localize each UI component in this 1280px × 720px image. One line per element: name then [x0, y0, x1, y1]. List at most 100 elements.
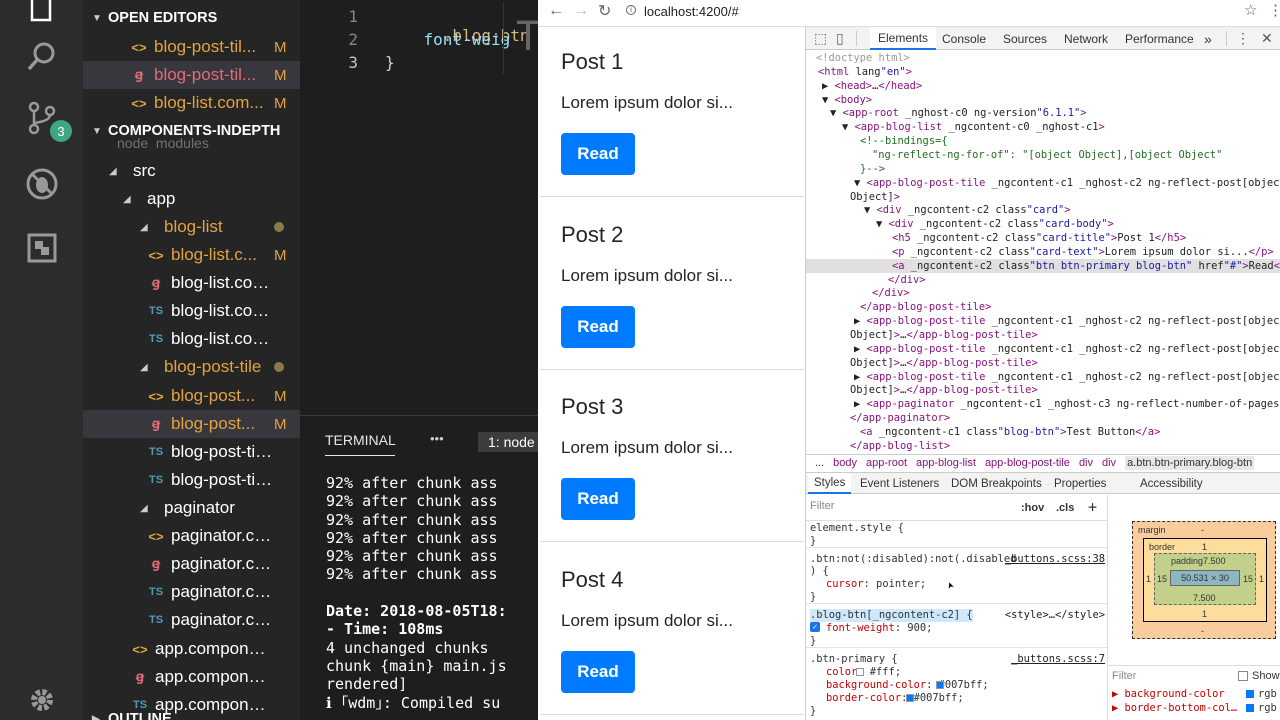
reload-icon[interactable]: ↻: [598, 1, 611, 21]
read-button[interactable]: Read: [561, 478, 635, 520]
forward-arrow-icon[interactable]: →: [573, 2, 589, 20]
breadcrumb-item[interactable]: a.btn.btn-primary.blog-btn: [1125, 455, 1255, 470]
show-all-checkbox[interactable]: [1238, 671, 1248, 681]
file-item[interactable]: TS blog-list.comp...: [83, 325, 300, 353]
devtools-tab-performance[interactable]: Performance: [1125, 27, 1194, 50]
search-icon[interactable]: [20, 34, 64, 78]
computed-filter-input[interactable]: Filter: [1112, 670, 1136, 682]
styles-tab-accessibility[interactable]: Accessibility: [1140, 473, 1203, 494]
dom-node[interactable]: ▼ <app-root _nghost-c0 ng-version"6.1.1"…: [830, 106, 1087, 120]
computed-row[interactable]: ▶ border-bottom-col… rgb: [1112, 702, 1280, 716]
dom-node[interactable]: <html lang"en">: [818, 65, 912, 79]
dom-node[interactable]: "ng-reflect-ng-for-of": "[object Object]…: [872, 148, 1222, 162]
dom-node[interactable]: Object]>…</app-blog-post-tile>: [850, 383, 1038, 397]
file-item[interactable]: ꞡ blog-list.comp...: [83, 269, 300, 297]
dom-node[interactable]: <!doctype html>: [816, 51, 910, 65]
dom-node[interactable]: ▶ <app-paginator _ngcontent-c1 _nghost-c…: [854, 397, 1280, 411]
file-item[interactable]: <> paginator.com...: [83, 522, 300, 550]
bookmark-star-icon[interactable]: ☆: [1244, 1, 1257, 19]
dom-node[interactable]: </app-paginator>: [850, 411, 950, 425]
code-editor[interactable]: 1 .blog-btn { 2 font-weig 3 } T: [300, 0, 538, 415]
back-arrow-icon[interactable]: ←: [548, 2, 564, 20]
styles-tab-event-listeners[interactable]: Event Listeners: [860, 473, 939, 494]
file-item[interactable]: TS paginator.com...: [83, 578, 300, 606]
styles-tab-properties[interactable]: Properties: [1054, 473, 1106, 494]
read-button[interactable]: Read: [561, 133, 635, 175]
file-item[interactable]: ꞡ app.component....: [83, 663, 300, 691]
more-tabs-icon[interactable]: »: [1204, 27, 1212, 50]
tab-terminal[interactable]: TERMINAL: [325, 432, 396, 448]
dom-node[interactable]: </div>: [888, 273, 926, 287]
dom-node[interactable]: Object]>: [850, 190, 900, 204]
debug-icon[interactable]: [20, 162, 64, 206]
address-bar[interactable]: localhost:4200/#: [644, 4, 739, 19]
settings-kebab-icon[interactable]: ⋮: [1236, 27, 1250, 50]
dom-node[interactable]: }-->: [860, 162, 885, 176]
color-swatch[interactable]: [936, 681, 944, 689]
styles-filter-input[interactable]: Filter: [810, 500, 1010, 516]
folder-paginator[interactable]: ◢ paginator: [83, 494, 300, 522]
styles-tab-dom-breakpoints[interactable]: DOM Breakpoints: [951, 473, 1042, 494]
dom-node[interactable]: </app-blog-post-tile>: [860, 300, 991, 314]
devtools-tab-console[interactable]: Console: [942, 27, 986, 50]
file-item[interactable]: ꞡ blog-post-til... M: [83, 61, 300, 89]
breadcrumb-item[interactable]: ...: [815, 457, 824, 469]
dom-node[interactable]: ▼ <div _ngcontent-c2 class"card">: [864, 203, 1070, 217]
menu-icon[interactable]: ⋮: [1268, 1, 1280, 19]
cls-toggle[interactable]: .cls: [1056, 502, 1074, 514]
breadcrumb-item[interactable]: div: [1102, 457, 1116, 469]
dom-node[interactable]: <p _ngcontent-c2 class"card-text">Lorem …: [892, 245, 1274, 259]
dom-node[interactable]: <!--bindings={: [860, 134, 948, 148]
inspect-icon[interactable]: ⬚: [814, 27, 827, 50]
breadcrumb-item[interactable]: app-root: [866, 457, 907, 469]
breadcrumb-item[interactable]: body: [833, 457, 857, 469]
info-icon[interactable]: i: [626, 5, 636, 15]
settings-gear-icon[interactable]: [20, 678, 64, 720]
dom-tree[interactable]: <!doctype html> <html lang"en"> ▶ <head>…<…: [806, 51, 1280, 456]
add-rule-icon[interactable]: +: [1088, 498, 1097, 516]
style-source-link[interactable]: <style>…</style>: [1005, 609, 1105, 622]
file-item[interactable]: TS paginator.com...: [83, 606, 300, 634]
dom-node[interactable]: Object]>…</app-blog-post-tile>: [850, 356, 1038, 370]
file-item[interactable]: <> app.component....: [83, 635, 300, 663]
folder-node-modules[interactable]: node_modules: [83, 138, 300, 148]
style-source-link[interactable]: _buttons.scss:38: [1005, 553, 1105, 566]
styles-tab-styles[interactable]: Styles: [808, 473, 852, 494]
folder-app[interactable]: ◢ app: [83, 185, 300, 213]
color-swatch[interactable]: [856, 668, 864, 676]
breadcrumb-item[interactable]: app-blog-post-tile: [985, 457, 1070, 469]
dom-node[interactable]: ▶ <app-blog-post-tile _ngcontent-c1 _ngh…: [854, 370, 1280, 384]
file-item[interactable]: <> blog-post... M: [83, 382, 300, 410]
read-button[interactable]: Read: [561, 305, 635, 348]
dom-node[interactable]: ▶ <app-blog-post-tile _ngcontent-c1 _ngh…: [854, 342, 1280, 356]
file-item[interactable]: TS blog-post-tile....: [83, 466, 300, 494]
style-source-link[interactable]: _buttons.scss:7: [1011, 653, 1105, 666]
font-weight-checkbox[interactable]: ✓: [810, 622, 820, 632]
dom-node[interactable]: ▶ <head>…</head>: [822, 79, 922, 93]
terminal-selector[interactable]: 1: node: [478, 432, 538, 452]
dom-node[interactable]: ▼ <app-blog-list _ngcontent-c0 _nghost-c…: [842, 120, 1105, 134]
file-item[interactable]: ꞡ blog-post... M: [83, 410, 300, 438]
file-item[interactable]: <> blog-list.c... M: [83, 241, 300, 269]
breadcrumb-item[interactable]: app-blog-list: [916, 457, 976, 469]
open-editors-header[interactable]: ▼ OPEN EDITORS: [83, 4, 300, 32]
dom-node[interactable]: <h5 _ngcontent-c2 class"card-title">Post…: [892, 231, 1186, 245]
device-toolbar-icon[interactable]: ▯: [836, 27, 844, 50]
dom-node[interactable]: ▼ <div _ngcontent-c2 class"card-body">: [876, 217, 1114, 231]
terminal-panel[interactable]: TERMINAL ••• 1: node 92% after chunk ass…: [300, 415, 538, 720]
breadcrumb-item[interactable]: div: [1079, 457, 1093, 469]
files-icon[interactable]: [20, 0, 64, 32]
dom-node[interactable]: Object]>…</app-blog-post-tile>: [850, 328, 1038, 342]
file-item[interactable]: TS blog-list.comp...: [83, 297, 300, 325]
file-item[interactable]: ꞡ paginator.com...: [83, 550, 300, 578]
more-actions-icon[interactable]: •••: [430, 431, 444, 446]
file-item[interactable]: <> blog-post-til... M: [83, 33, 300, 61]
folder-src[interactable]: ◢ src: [83, 157, 300, 185]
color-swatch[interactable]: [906, 694, 914, 702]
hov-toggle[interactable]: :hov: [1021, 502, 1044, 514]
folder-blog-post-tile[interactable]: ◢ blog-post-tile: [83, 353, 300, 381]
dom-node[interactable]: ▼ <app-blog-post-tile _ngcontent-c1 _ngh…: [854, 176, 1280, 190]
dom-node[interactable]: ▶ <app-blog-post-tile _ngcontent-c1 _ngh…: [854, 314, 1280, 328]
dom-node[interactable]: </div>: [872, 286, 910, 300]
close-icon[interactable]: ✕: [1261, 27, 1273, 50]
